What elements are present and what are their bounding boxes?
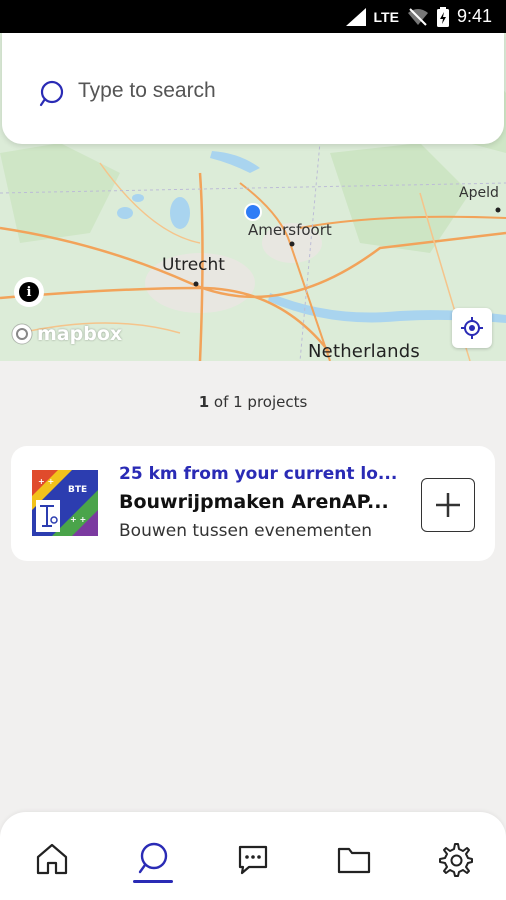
project-count-current: 1 [198, 393, 210, 411]
chat-icon [238, 845, 268, 875]
signal-icon [345, 7, 366, 26]
map-label-utrecht: Utrecht [162, 255, 225, 275]
nav-messages[interactable] [232, 838, 274, 880]
nav-home[interactable] [31, 838, 73, 880]
info-icon: i [19, 282, 39, 302]
project-subtitle: Bouwen tussen evenementen [119, 521, 373, 541]
search-placeholder[interactable]: Type to search [78, 79, 216, 103]
gear-icon [439, 843, 473, 877]
map-label-netherlands: Netherlands [308, 341, 420, 361]
project-distance: 25 km from your current lo... [119, 464, 398, 484]
battery-icon [436, 6, 449, 27]
project-thumbnail-label: BTE [68, 485, 87, 495]
add-project-button[interactable] [421, 478, 475, 532]
svg-text:+ +: + + [38, 477, 54, 486]
search-icon [39, 80, 64, 107]
nav-active-indicator [133, 880, 173, 883]
plus-icon [436, 493, 460, 517]
bottom-nav [0, 812, 506, 900]
status-bar: LTE 9:41 [0, 0, 506, 33]
nav-search[interactable] [132, 838, 174, 880]
project-card[interactable]: + + + + BTE 25 km from your current lo..… [11, 446, 495, 561]
project-title: Bouwrijpmaken ArenAP... [119, 491, 389, 513]
svg-text:+ +: + + [70, 515, 86, 524]
folder-icon [337, 847, 371, 874]
project-thumbnail: + + + + BTE [32, 470, 98, 536]
recenter-location-button[interactable] [452, 308, 492, 348]
search-bar[interactable]: Type to search [2, 33, 504, 144]
map-info-button[interactable]: i [14, 277, 44, 307]
nav-documents[interactable] [333, 838, 375, 880]
project-count-text: of 1 projects [209, 393, 308, 411]
search-icon [138, 842, 168, 874]
mapbox-logo: mapbox [10, 322, 122, 346]
wifi-off-icon [407, 7, 428, 26]
mapbox-mark-icon [11, 323, 33, 345]
current-location-marker [244, 203, 262, 221]
project-count: 1 of 1 projects [0, 393, 506, 411]
network-type: LTE [373, 8, 399, 25]
nav-settings[interactable] [434, 838, 476, 880]
home-icon [36, 843, 68, 875]
map-label-apeldoorn: Apeld [459, 185, 499, 201]
clock: 9:41 [456, 6, 492, 26]
mapbox-wordmark: mapbox [37, 323, 123, 345]
crosshair-icon [461, 317, 483, 339]
map-label-amersfoort: Amersfoort [248, 221, 332, 239]
